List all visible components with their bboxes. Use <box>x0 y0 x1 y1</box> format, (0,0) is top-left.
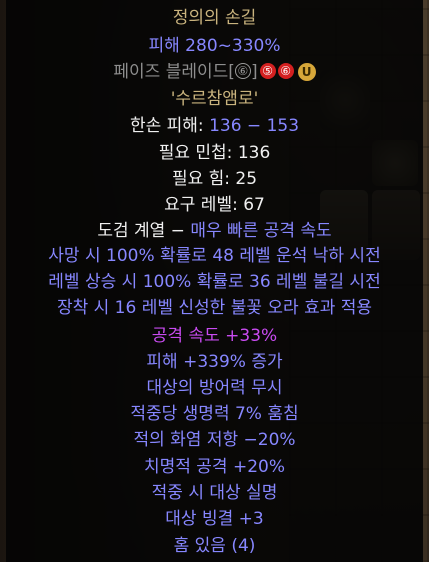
mod-line: 사망 시 100% 확률로 48 레벨 운석 낙하 시전 <box>48 246 381 266</box>
mod-line: 적중당 생명력 7% 훔침 <box>130 404 299 424</box>
weapon-class-label: 도검 계열 − <box>97 221 191 241</box>
item-damage: 피해 280~330% <box>148 36 281 56</box>
weapon-class-speed: 매우 빠른 공격 속도 <box>190 221 332 241</box>
rune-word: '수르참앰로' <box>170 89 259 109</box>
required-strength: 필요 힘: 25 <box>171 169 258 189</box>
mod-line: 적중 시 대상 실명 <box>151 483 278 503</box>
bracket-close: ] <box>250 62 258 82</box>
mod-line: 대상 빙결 +3 <box>165 509 264 529</box>
requirement-red-icon-2: ⑥ <box>277 63 294 79</box>
one-hand-damage-label: 한손 피해: <box>129 116 210 136</box>
one-hand-damage: 한손 피해: 136 − 153 <box>6 114 423 138</box>
mod-line: 적의 화염 저항 −20% <box>133 430 296 450</box>
one-hand-damage-value: 136 − 153 <box>209 116 300 136</box>
required-dexterity: 필요 민첩: 136 <box>158 143 271 163</box>
item-base-type: 페이즈 블레이드 <box>113 62 229 82</box>
unique-rune-badge-icon: U <box>297 63 316 81</box>
mod-attack-speed: 공격 속도 +33% <box>151 326 278 346</box>
mod-line: 대상의 방어력 무시 <box>146 378 283 398</box>
mod-line: 피해 +339% 증가 <box>146 352 283 372</box>
mod-sockets: 홈 있음 (4) <box>173 536 256 556</box>
required-level: 요구 레벨: 67 <box>164 195 265 215</box>
item-name: 정의의 손길 <box>172 8 257 28</box>
mod-line: 장착 시 16 레벨 신성한 불꽃 오라 효과 적용 <box>56 298 373 318</box>
mod-line: 치명적 공격 +20% <box>143 457 286 477</box>
bracket-open: [ <box>228 62 235 82</box>
item-base-line: 페이즈 블레이드[⑥] ⑤ ⑥ U <box>6 60 423 84</box>
requirement-red-icon-1: ⑤ <box>259 63 276 79</box>
mod-line: 레벨 상승 시 100% 확률로 36 레벨 불길 시전 <box>48 272 381 292</box>
item-tooltip: 정의의 손길 피해 280~330% 페이즈 블레이드[⑥] ⑤ ⑥ U '수르참앰로… <box>6 0 423 562</box>
weapon-class: 도검 계열 − 매우 빠른 공격 속도 <box>6 219 423 243</box>
socket-count-icon: ⑥ <box>234 63 251 79</box>
